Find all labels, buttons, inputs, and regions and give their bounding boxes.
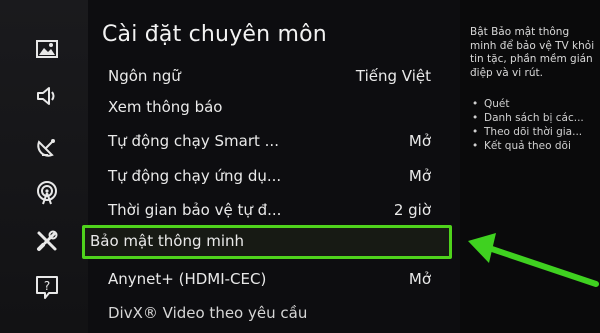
bullet-icon: • [472,140,479,152]
help-description: Bật Bảo mật thông minh để bảo vệ TV khỏi… [470,26,595,79]
menu-item-value: Mở [408,167,431,185]
help-list-text: Theo dõi thời gia... [484,126,583,138]
help-list-text: Kết quả theo dõi [484,140,571,152]
menu-item-label: Xem thông báo [108,98,223,116]
help-list-item: • Kết quả theo dõi [470,139,596,153]
menu-item-smart-security[interactable]: Bảo mật thông minh [82,225,452,259]
settings-sidebar: ? [0,0,88,333]
support-icon-glyph: ? [44,279,50,293]
bullet-icon: • [472,98,479,110]
menu-item-label: Anynet+ (HDMI-CEC) [108,270,267,288]
bullet-icon: • [472,112,479,124]
menu-item-notifications[interactable]: Xem thông báo [88,92,460,124]
menu-item-label: Tự động chạy Smart ... [108,132,279,150]
sidebar-item-picture[interactable] [33,37,61,65]
menu-item-divx-vod[interactable]: DivX® Video theo yêu cầu [88,298,460,330]
tv-settings-screen: ? Cài đặt chuyên môn Ngôn ngữ Tiếng Việt… [0,0,600,333]
help-list-item: • Theo dõi thời gia... [470,125,596,139]
menu-item-value: 2 giờ [393,201,431,219]
sidebar-item-sound[interactable] [33,84,61,112]
sound-icon [34,83,60,113]
menu-item-label: Thời gian bảo vệ tự đ... [108,201,282,219]
menu-item-anynet-hdmi-cec[interactable]: Anynet+ (HDMI-CEC) Mở [88,264,460,296]
menu-item-value: Mở [408,270,431,288]
menu-item-language[interactable]: Ngôn ngữ Tiếng Việt [88,61,460,93]
page-title: Cài đặt chuyên môn [102,22,327,47]
broadcast-icon [34,134,60,164]
menu-item-value: Tiếng Việt [355,67,431,85]
menu-item-label: Ngôn ngữ [108,67,181,85]
menu-item-auto-protection-time[interactable]: Thời gian bảo vệ tự đ... 2 giờ [88,195,460,227]
tools-icon [34,228,60,258]
network-icon [34,180,60,210]
help-list-text: Danh sách bị các... [484,112,584,124]
sidebar-item-tools[interactable] [33,229,61,257]
sidebar-item-support[interactable]: ? [33,275,61,303]
menu-item-label: Tự động chạy ứng dụ... [108,167,282,185]
menu-item-label: Bảo mật thông minh [90,232,245,250]
help-list-text: Quét [484,98,510,110]
pointer-arrow-icon [468,233,599,287]
help-list: • Quét • Danh sách bị các... • Theo dõi thờ… [470,97,596,153]
menu-item-value: Mở [408,132,431,150]
menu-item-autorun-apps[interactable]: Tự động chạy ứng dụ... Mở [88,161,460,193]
menu-item-autorun-smart-hub[interactable]: Tự động chạy Smart ... Mở [88,126,460,158]
support-icon: ? [34,274,60,304]
help-list-item: • Quét [470,97,596,111]
picture-icon [34,36,60,66]
sidebar-item-broadcast[interactable] [33,135,61,163]
help-list-item: • Danh sách bị các... [470,111,596,125]
bullet-icon: • [472,126,479,138]
sidebar-item-network[interactable] [33,181,61,209]
menu-item-label: DivX® Video theo yêu cầu [108,304,308,322]
